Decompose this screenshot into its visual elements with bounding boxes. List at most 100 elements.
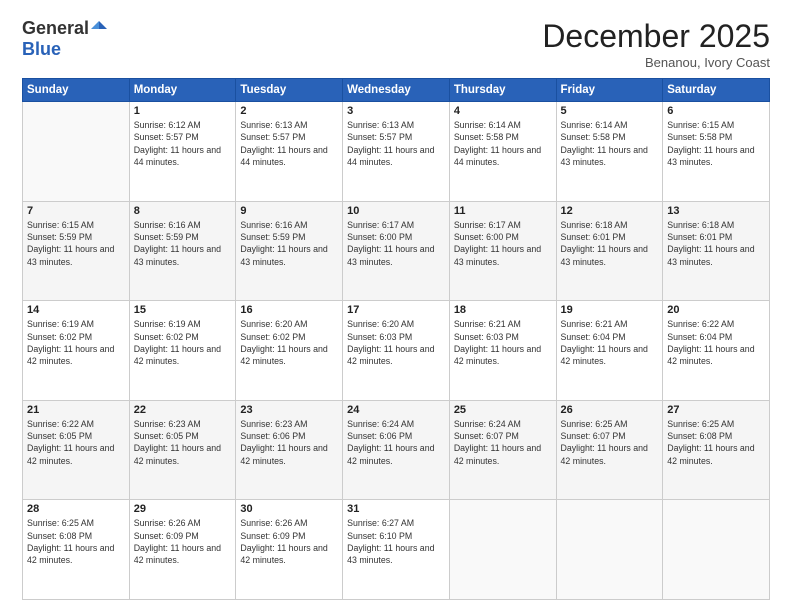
week-row-4: 21Sunrise: 6:22 AMSunset: 6:05 PMDayligh…: [23, 400, 770, 500]
day-number: 10: [347, 205, 445, 217]
day-info: Sunrise: 6:23 AMSunset: 6:05 PMDaylight:…: [134, 418, 232, 467]
day-number: 8: [134, 205, 232, 217]
table-row: 21Sunrise: 6:22 AMSunset: 6:05 PMDayligh…: [23, 400, 130, 500]
table-row: 2 Sunrise: 6:13 AMSunset: 5:57 PMDaylight…: [236, 102, 343, 202]
page: General Blue December 2025 Benanou, Ivor…: [0, 0, 792, 612]
table-row: 30 Sunrise: 6:26 AMSunset: 6:09 PMDayligh…: [236, 500, 343, 600]
table-row: 13 Sunrise: 6:18 AMSunset: 6:01 PMDayligh…: [663, 201, 770, 301]
col-sunday: Sunday: [23, 79, 130, 102]
table-row: 27Sunrise: 6:25 AMSunset: 6:08 PMDayligh…: [663, 400, 770, 500]
week-row-3: 14 Sunrise: 6:19 AMSunset: 6:02 PMDayligh…: [23, 301, 770, 401]
day-info: Sunrise: 6:26 AMSunset: 6:09 PMDaylight:…: [240, 517, 338, 566]
table-row: 24 Sunrise: 6:24 AMSunset: 6:06 PMDayligh…: [343, 400, 450, 500]
day-number: 11: [454, 205, 552, 217]
day-number: 30: [240, 503, 338, 515]
col-saturday: Saturday: [663, 79, 770, 102]
table-row: [663, 500, 770, 600]
table-row: [556, 500, 663, 600]
day-info: Sunrise: 6:18 AMSunset: 6:01 PMDaylight:…: [667, 219, 765, 268]
day-number: 13: [667, 205, 765, 217]
day-number: 29: [134, 503, 232, 515]
day-info: Sunrise: 6:16 AMSunset: 5:59 PMDaylight:…: [134, 219, 232, 268]
logo: General Blue: [22, 18, 108, 60]
day-info: Sunrise: 6:19 AMSunset: 6:02 PMDaylight:…: [27, 318, 125, 367]
day-info: Sunrise: 6:12 AMSunset: 5:57 PMDaylight:…: [134, 119, 232, 168]
day-info: Sunrise: 6:18 AMSunset: 6:01 PMDaylight:…: [561, 219, 659, 268]
day-info: Sunrise: 6:23 AMSunset: 6:06 PMDaylight:…: [240, 418, 338, 467]
day-number: 6: [667, 105, 765, 117]
day-info: Sunrise: 6:24 AMSunset: 6:06 PMDaylight:…: [347, 418, 445, 467]
day-number: 25: [454, 404, 552, 416]
table-row: 23 Sunrise: 6:23 AMSunset: 6:06 PMDayligh…: [236, 400, 343, 500]
day-number: 14: [27, 304, 125, 316]
logo-blue-text: Blue: [22, 39, 61, 59]
day-number: 4: [454, 105, 552, 117]
table-row: 12 Sunrise: 6:18 AMSunset: 6:01 PMDayligh…: [556, 201, 663, 301]
day-number: 26: [561, 404, 659, 416]
day-number: 23: [240, 404, 338, 416]
table-row: 19 Sunrise: 6:21 AMSunset: 6:04 PMDayligh…: [556, 301, 663, 401]
col-friday: Friday: [556, 79, 663, 102]
day-info: Sunrise: 6:20 AMSunset: 6:03 PMDaylight:…: [347, 318, 445, 367]
logo-flag-icon: [90, 20, 108, 38]
table-row: 25 Sunrise: 6:24 AMSunset: 6:07 PMDayligh…: [449, 400, 556, 500]
day-info: Sunrise: 6:17 AMSunset: 6:00 PMDaylight:…: [454, 219, 552, 268]
day-number: 2: [240, 105, 338, 117]
day-info: Sunrise: 6:22 AMSunset: 6:05 PMDaylight:…: [27, 418, 125, 467]
day-number: 18: [454, 304, 552, 316]
table-row: [23, 102, 130, 202]
day-number: 5: [561, 105, 659, 117]
table-row: 17 Sunrise: 6:20 AMSunset: 6:03 PMDayligh…: [343, 301, 450, 401]
calendar-header-row: Sunday Monday Tuesday Wednesday Thursday…: [23, 79, 770, 102]
title-block: December 2025 Benanou, Ivory Coast: [542, 18, 770, 70]
table-row: 26Sunrise: 6:25 AMSunset: 6:07 PMDayligh…: [556, 400, 663, 500]
calendar-location: Benanou, Ivory Coast: [542, 55, 770, 70]
table-row: 4 Sunrise: 6:14 AMSunset: 5:58 PMDaylight…: [449, 102, 556, 202]
week-row-1: 1 Sunrise: 6:12 AMSunset: 5:57 PMDaylight…: [23, 102, 770, 202]
day-info: Sunrise: 6:25 AMSunset: 6:08 PMDaylight:…: [667, 418, 765, 467]
header: General Blue December 2025 Benanou, Ivor…: [22, 18, 770, 70]
day-number: 24: [347, 404, 445, 416]
day-number: 1: [134, 105, 232, 117]
table-row: 28Sunrise: 6:25 AMSunset: 6:08 PMDayligh…: [23, 500, 130, 600]
day-info: Sunrise: 6:19 AMSunset: 6:02 PMDaylight:…: [134, 318, 232, 367]
col-thursday: Thursday: [449, 79, 556, 102]
table-row: 31 Sunrise: 6:27 AMSunset: 6:10 PMDayligh…: [343, 500, 450, 600]
day-number: 19: [561, 304, 659, 316]
day-number: 7: [27, 205, 125, 217]
table-row: [449, 500, 556, 600]
table-row: 20Sunrise: 6:22 AMSunset: 6:04 PMDayligh…: [663, 301, 770, 401]
table-row: 15Sunrise: 6:19 AMSunset: 6:02 PMDayligh…: [129, 301, 236, 401]
day-info: Sunrise: 6:26 AMSunset: 6:09 PMDaylight:…: [134, 517, 232, 566]
day-info: Sunrise: 6:17 AMSunset: 6:00 PMDaylight:…: [347, 219, 445, 268]
table-row: 7Sunrise: 6:15 AMSunset: 5:59 PMDaylight…: [23, 201, 130, 301]
day-number: 3: [347, 105, 445, 117]
week-row-5: 28Sunrise: 6:25 AMSunset: 6:08 PMDayligh…: [23, 500, 770, 600]
day-number: 12: [561, 205, 659, 217]
table-row: 1 Sunrise: 6:12 AMSunset: 5:57 PMDaylight…: [129, 102, 236, 202]
day-info: Sunrise: 6:25 AMSunset: 6:08 PMDaylight:…: [27, 517, 125, 566]
col-wednesday: Wednesday: [343, 79, 450, 102]
col-monday: Monday: [129, 79, 236, 102]
day-info: Sunrise: 6:24 AMSunset: 6:07 PMDaylight:…: [454, 418, 552, 467]
col-tuesday: Tuesday: [236, 79, 343, 102]
table-row: 9 Sunrise: 6:16 AMSunset: 5:59 PMDaylight…: [236, 201, 343, 301]
day-info: Sunrise: 6:27 AMSunset: 6:10 PMDaylight:…: [347, 517, 445, 566]
day-info: Sunrise: 6:22 AMSunset: 6:04 PMDaylight:…: [667, 318, 765, 367]
day-number: 9: [240, 205, 338, 217]
table-row: 16 Sunrise: 6:20 AMSunset: 6:02 PMDayligh…: [236, 301, 343, 401]
day-info: Sunrise: 6:20 AMSunset: 6:02 PMDaylight:…: [240, 318, 338, 367]
day-number: 17: [347, 304, 445, 316]
day-info: Sunrise: 6:13 AMSunset: 5:57 PMDaylight:…: [347, 119, 445, 168]
day-info: Sunrise: 6:16 AMSunset: 5:59 PMDaylight:…: [240, 219, 338, 268]
day-info: Sunrise: 6:13 AMSunset: 5:57 PMDaylight:…: [240, 119, 338, 168]
logo-general-text: General: [22, 18, 89, 39]
day-info: Sunrise: 6:21 AMSunset: 6:04 PMDaylight:…: [561, 318, 659, 367]
table-row: 8 Sunrise: 6:16 AMSunset: 5:59 PMDaylight…: [129, 201, 236, 301]
day-number: 31: [347, 503, 445, 515]
day-info: Sunrise: 6:21 AMSunset: 6:03 PMDaylight:…: [454, 318, 552, 367]
table-row: 11 Sunrise: 6:17 AMSunset: 6:00 PMDayligh…: [449, 201, 556, 301]
day-number: 16: [240, 304, 338, 316]
day-info: Sunrise: 6:14 AMSunset: 5:58 PMDaylight:…: [454, 119, 552, 168]
week-row-2: 7Sunrise: 6:15 AMSunset: 5:59 PMDaylight…: [23, 201, 770, 301]
